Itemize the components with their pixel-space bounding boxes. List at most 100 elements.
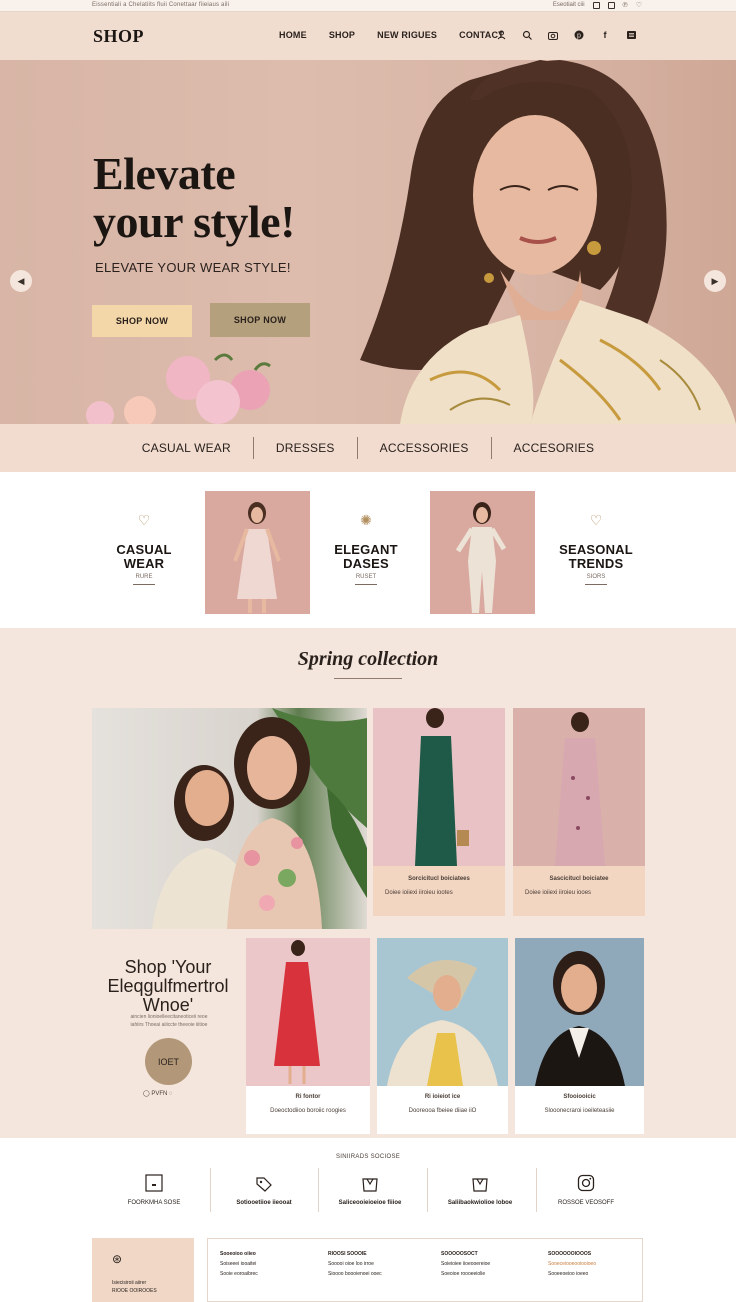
emblem-icon: ⊛ [112, 1252, 123, 1266]
product-name: Ri ioieiot ice [424, 1094, 461, 1100]
nav-home[interactable]: HOME [279, 30, 307, 40]
utility-right: Eseotiait ciii ℗ ♡ [553, 1, 642, 9]
shop-now-button-secondary[interactable]: SHOP NOW [210, 303, 310, 337]
carousel-prev-icon[interactable]: ◀ [10, 270, 32, 292]
instagram-icon [577, 1174, 595, 1192]
service-label: Sotiooetiioe iieooat [236, 1200, 292, 1206]
category-accessories[interactable]: ACCESSORIES [358, 441, 491, 455]
footer-link[interactable]: Sooeeoeioo ioeeo [548, 1269, 596, 1279]
promo-subtext-line2: iahiirs Thoeai aiiiccte theeoie iiitioe [130, 1022, 208, 1028]
category-casual-wear[interactable]: CASUAL WEAR [120, 441, 253, 455]
feature-elegant-dases[interactable]: ✺ ELEGANT DASES RUSET [311, 512, 421, 585]
product-card[interactable]: Sorcicitucl boiciatees Doiee ioiiexi iir… [373, 708, 505, 916]
product-image [246, 938, 370, 1086]
facebook-icon[interactable]: f [600, 30, 610, 40]
logo[interactable]: SHOP [93, 26, 144, 47]
service-item[interactable]: Sotiooetiioe iieooat [210, 1174, 318, 1220]
hero-headline-line2: your style! [93, 196, 295, 247]
product-card[interactable]: Sascicitucl boiciatee Doiee ioiiexi iiro… [513, 708, 645, 916]
carousel-next-icon[interactable]: ▶ [704, 270, 726, 292]
footer-link[interactable]: Soiseeei iooaitei [220, 1259, 258, 1269]
footer-column: Sooeoioo oiieo Soiseeei iooaitei Sooie e… [220, 1249, 258, 1279]
title-ornament [334, 678, 402, 679]
category-dresses[interactable]: DRESSES [254, 441, 357, 455]
product-name: Sfooiooicic [563, 1094, 596, 1100]
product-info: Sorcicitucl boiciatees Doiee ioiiexi iir… [373, 866, 505, 916]
footer-column-heading: SOOOOOOIOOOS [548, 1251, 592, 1257]
footer-brand-line2: RIOOE OOIROOES [112, 1288, 157, 1294]
product-card[interactable]: Ri ioieiot ice Dooreooa fbeiee diiae iiO [377, 938, 508, 1134]
footer-brand-box: ⊛ Isiecisiroii aiirer RIOOE OOIROOES [92, 1238, 194, 1302]
product-info: Ri ioieiot ice Dooreooa fbeiee diiae iiO [377, 1086, 508, 1134]
pinterest-icon[interactable]: p [574, 30, 584, 40]
product-desc: Dooreooa fbeiee diiae iiO [408, 1108, 477, 1114]
square-icon[interactable] [592, 1, 600, 9]
divider [133, 584, 155, 585]
utility-text: Eissentiali a Chelatiits fluii Conettaar… [92, 2, 230, 8]
promo-button[interactable]: IOET [145, 1038, 192, 1085]
promo-pagination[interactable]: ◯ PVFN ◌ [143, 1090, 173, 1097]
feature-title-line2: DASES [343, 556, 389, 571]
divider [585, 584, 607, 585]
service-label: Saliceooieioeioe fiiioe [338, 1200, 402, 1206]
footer-column: SOOOOOSOCT Soieioiee iioeooereioe Soeoio… [441, 1249, 490, 1279]
heart-gem-icon: ♡ [589, 512, 603, 528]
product-name: Sascicitucl boiciatee [549, 876, 609, 882]
feature-title-line1: SEASONAL [559, 542, 633, 557]
service-item[interactable]: Saliibaokwiolioe loboe [426, 1174, 534, 1220]
product-image [513, 708, 645, 866]
service-item[interactable]: FOORKMHA SOSE [100, 1174, 208, 1220]
feature-subtitle: SIORS [586, 574, 606, 580]
svg-text:p: p [577, 33, 581, 40]
footer-link[interactable]: Sooie eoroaibrec [220, 1269, 258, 1279]
divider [355, 584, 377, 585]
diamond-icon: ✺ [360, 512, 372, 528]
feature-casual-wear[interactable]: ♡ CASUAL WEAR RURE [89, 512, 199, 585]
product-price: Doiee ioiiexi iiroieu iooes [525, 890, 592, 896]
product-card[interactable]: Sfooiooicic Slooonecraroi ioeileteasiie [515, 938, 644, 1134]
category-bar: CASUAL WEAR DRESSES ACCESSORIES ACCESORI… [0, 424, 736, 472]
footer-link[interactable]: Soeoioe roooeeiolie [441, 1269, 490, 1279]
footer-link[interactable]: Sooeceiooeooiooioeo [548, 1259, 596, 1269]
shop-now-button-primary[interactable]: SHOP NOW [92, 305, 192, 337]
camera-icon[interactable] [548, 30, 558, 40]
feature-image-jumpsuit[interactable] [430, 491, 535, 614]
heart-small-icon[interactable]: ♡ [636, 1, 642, 9]
bag-icon [471, 1174, 489, 1192]
product-image [373, 708, 505, 866]
footer-column: RIOOSI SOOOIE Sooooi oioe loo irroe Sioo… [328, 1249, 382, 1279]
main-nav: HOME SHOP NEW RIGUES CONTACT [279, 30, 504, 40]
product-card[interactable]: Ri fontor Doeoctodiioo boroiic roogies [246, 938, 370, 1134]
site-header: SHOP HOME SHOP NEW RIGUES CONTACT p f [0, 12, 736, 60]
footer-link[interactable]: Sioooo boooienoei ooec [328, 1269, 382, 1279]
footer-column-heading: SOOOOOSOCT [441, 1251, 478, 1257]
monitor-icon [145, 1174, 163, 1192]
footer-link[interactable]: Sooooi oioe loo irroe [328, 1259, 382, 1269]
hero-banner: Elevate your style! ELEVATE YOUR WEAR STY… [0, 60, 736, 424]
spring-collection-section: Spring collection Sorcicitucl boiciatees [0, 628, 736, 1138]
nav-new-rigues[interactable]: NEW RIGUES [377, 30, 437, 40]
service-item[interactable]: Saliceooieioeioe fiiioe [316, 1174, 424, 1220]
menu-icon[interactable] [626, 30, 636, 40]
category-accesories[interactable]: ACCESORIES [492, 441, 617, 455]
nav-shop[interactable]: SHOP [329, 30, 355, 40]
promo-subtext-line1: aincien lionioelleecitaneoticeii reoe [130, 1014, 208, 1020]
promo-heading-line3: Wnoe' [142, 995, 194, 1015]
section-title: Spring collection [297, 648, 439, 670]
feature-image-dress[interactable] [205, 491, 310, 614]
grid-icon[interactable] [607, 1, 615, 9]
feature-subtitle: RUSET [355, 574, 377, 580]
feature-seasonal-trends[interactable]: ♡ SEASONAL TRENDS SIORS [541, 512, 651, 585]
service-item[interactable]: ROSSOE VEOSOFF [532, 1174, 640, 1220]
feature-title-line1: CASUAL [116, 542, 172, 557]
hero-subheadline: ELEVATE YOUR WEAR STYLE! [95, 260, 291, 275]
footer-link[interactable]: Soieioiee iioeooereioe [441, 1259, 490, 1269]
user-icon[interactable] [496, 30, 506, 40]
pinterest-small-icon[interactable]: ℗ [623, 2, 628, 9]
promo-subtext: aincien lionioelleecitaneoticeii reoe iah… [106, 1013, 232, 1029]
product-image [515, 938, 644, 1086]
search-icon[interactable] [522, 30, 532, 40]
footer-brand-line1: Isiecisiroii aiirer [112, 1280, 147, 1286]
tag-icon [255, 1174, 273, 1192]
collection-feature-image[interactable] [92, 708, 367, 929]
